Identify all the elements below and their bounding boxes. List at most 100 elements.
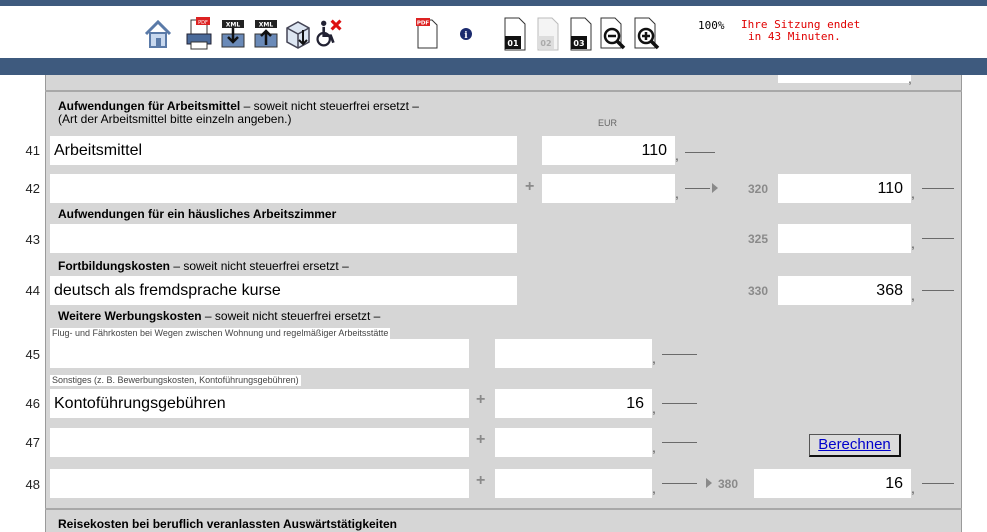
comma: , (675, 185, 679, 201)
arrow-right-icon (712, 183, 718, 193)
plus-sign: + (476, 431, 486, 448)
page-01-label: 01 (507, 39, 519, 48)
comma: , (652, 480, 656, 496)
session-timer: Ihre Sitzung endet in 43 Minuten. (741, 19, 860, 43)
page-03-icon[interactable]: 03 (566, 14, 596, 52)
sonstiges-hint: Sonstiges (z. B. Bewerbungskosten, Konto… (50, 375, 301, 386)
arbeitszimmer-text-field[interactable] (50, 224, 517, 253)
comma: , (911, 287, 915, 303)
comma: , (675, 147, 679, 163)
xml-export-icon[interactable]: XML (218, 14, 248, 52)
section-separator (45, 90, 962, 92)
arbeitsmittel-amount-field[interactable]: 110 (542, 136, 675, 165)
weitere-title: Weitere Werbungskosten (58, 309, 202, 323)
home-icon[interactable] (143, 14, 173, 52)
arbeitszimmer-title: Aufwendungen für ein häusliches Arbeitsz… (58, 207, 337, 221)
row-number: 46 (25, 396, 40, 411)
sonstiges-amount-field-3[interactable] (495, 469, 652, 498)
row-number: 48 (25, 477, 40, 492)
comma: , (652, 350, 656, 366)
dash (662, 403, 697, 404)
sonstiges-text-field-2[interactable] (50, 428, 469, 457)
toolbar: PDF XML XML PDF i 01 02 03 100% Ihre Sit (0, 6, 987, 58)
row-number: 42 (25, 181, 40, 196)
sonstiges-amount-field[interactable]: 16 (495, 389, 652, 418)
row-number: 43 (25, 232, 40, 247)
comma: , (908, 70, 912, 86)
sonstiges-text-field-3[interactable] (50, 469, 469, 498)
plus-sign: + (476, 472, 486, 489)
dash (922, 290, 954, 291)
weitere-heading: Weitere Werbungskosten – soweit nicht st… (58, 310, 380, 323)
fortbildung-total-field[interactable]: 368 (778, 276, 911, 305)
page-03-label: 03 (573, 39, 584, 48)
xml-export-badge: XML (226, 22, 241, 29)
xml-import-icon[interactable]: XML (251, 14, 281, 52)
fortbildung-text-field[interactable]: deutsch als fremdsprache kurse (50, 276, 517, 305)
comma: , (652, 400, 656, 416)
page-02-icon[interactable]: 02 (533, 14, 563, 52)
page-01-icon[interactable]: 01 (500, 14, 530, 52)
berechnen-button[interactable]: Berechnen (809, 434, 901, 457)
row-number: 41 (25, 143, 40, 158)
row-number: 45 (25, 347, 40, 362)
field-code: 320 (748, 182, 769, 196)
session-line-2: in 43 Minuten. (748, 30, 841, 43)
arbeitsmittel-total-field[interactable]: 110 (778, 174, 911, 203)
row-number: 47 (25, 435, 40, 450)
row-number: 44 (25, 283, 40, 298)
info-icon[interactable]: i (458, 14, 474, 52)
dash (685, 188, 710, 189)
arbeitsmittel-heading: Aufwendungen für Arbeitsmittel – soweit … (58, 100, 419, 126)
arbeitsmittel-title: Aufwendungen für Arbeitsmittel (58, 99, 241, 113)
arbeitszimmer-total-field[interactable] (778, 224, 911, 253)
weitere-suffix: – soweit nicht steuerfrei ersetzt – (201, 309, 381, 323)
flug-text-field[interactable] (50, 339, 469, 368)
print-pdf-icon[interactable]: PDF (184, 14, 214, 52)
accessibility-icon[interactable] (314, 14, 344, 52)
field-code: 380 (718, 477, 739, 491)
flug-hint: Flug- und Fährkosten bei Wegen zwischen … (50, 328, 391, 339)
zoom-in-icon[interactable] (631, 14, 661, 52)
dash (662, 354, 697, 355)
fortbildung-title: Fortbildungskosten (58, 259, 170, 273)
eur-label: EUR (598, 118, 618, 128)
dash (685, 152, 715, 153)
fortbildung-heading: Fortbildungskosten – soweit nicht steuer… (58, 260, 349, 273)
sonstiges-text-field[interactable]: Kontoführungsgebühren (50, 389, 469, 418)
reisekosten-heading: Reisekosten bei beruflich veranlassten A… (58, 518, 397, 531)
field-code: 325 (748, 232, 769, 246)
flug-amount-field[interactable] (495, 339, 652, 368)
comma: , (911, 480, 915, 496)
page-02-label: 02 (540, 39, 551, 48)
fortbildung-suffix: – soweit nicht steuerfrei ersetzt – (170, 259, 349, 273)
arbeitsmittel-suffix: – soweit nicht steuerfrei ersetzt – (240, 99, 419, 113)
sonstiges-amount-field-2[interactable] (495, 428, 652, 457)
section-separator (45, 508, 962, 510)
arbeitsmittel-text-field-2[interactable] (50, 174, 517, 203)
arrow-right-icon (706, 478, 712, 488)
arbeitsmittel-sub: (Art der Arbeitsmittel bitte einzeln ang… (58, 112, 292, 126)
print-pdf-badge: PDF (198, 20, 208, 26)
dash (922, 483, 954, 484)
arbeitsmittel-amount-field-2[interactable] (542, 174, 675, 203)
plus-sign: + (525, 178, 535, 195)
dash (922, 238, 954, 239)
info-glyph: i (464, 31, 468, 41)
field-code: 330 (748, 284, 769, 298)
pdf-icon[interactable]: PDF (412, 14, 442, 52)
comma: , (911, 185, 915, 201)
plus-sign: + (476, 391, 486, 408)
dash (662, 442, 697, 443)
comma: , (911, 235, 915, 251)
weitere-total-field[interactable]: 16 (754, 469, 911, 498)
header-band (0, 58, 987, 75)
arbeitsmittel-text-field[interactable]: Arbeitsmittel (50, 136, 517, 165)
package-icon[interactable] (283, 14, 313, 52)
zoom-level: 100% (698, 19, 725, 32)
previous-total-field[interactable] (778, 75, 911, 83)
zoom-out-icon[interactable] (597, 14, 627, 52)
reisekosten-title: Reisekosten bei beruflich veranlassten A… (58, 517, 398, 531)
dash (922, 188, 954, 189)
tax-form: , Aufwendungen für Arbeitsmittel – sowei… (0, 70, 987, 532)
